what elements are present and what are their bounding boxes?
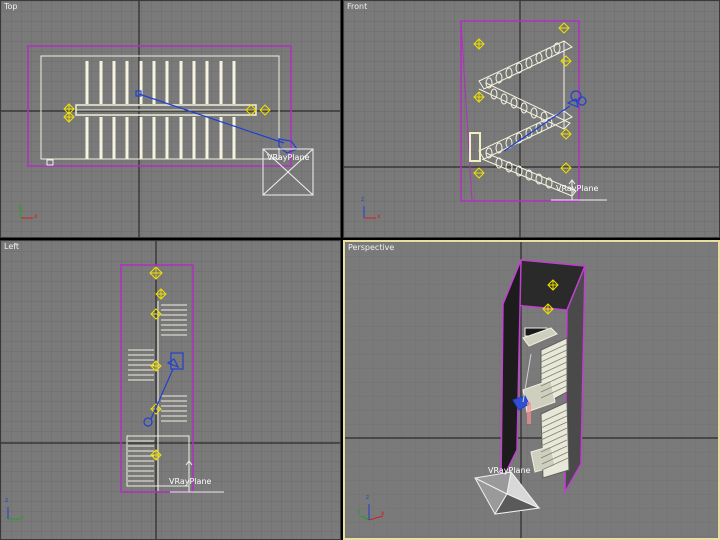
axis-y-label: y [18,203,22,210]
front-viewport-canvas[interactable] [344,1,720,238]
perspective-viewport[interactable]: Perspective VRayPlane x y z [343,240,720,540]
axis-z-label: z [361,196,365,203]
axis-gizmo: y z [1,495,27,525]
vray-plane-label: VRayPlane [169,477,212,486]
vray-plane-label: VRayPlane [267,153,310,162]
axis-z-label: z [366,494,370,501]
vray-plane-label: VRayPlane [556,184,599,193]
viewport-label-left[interactable]: Left [4,242,19,251]
axis-gizmo: x y z [355,490,387,530]
perspective-viewport-canvas[interactable] [345,242,718,538]
left-viewport-canvas[interactable] [1,241,341,540]
axis-gizmo: x z [358,196,384,224]
axis-y-label: y [357,508,361,515]
left-viewport[interactable]: Left VRayPlane y z [0,240,341,540]
top-viewport[interactable]: Top VRayPlane x y [0,0,341,238]
axis-x-label: x [377,213,381,220]
axis-y-label: y [20,514,24,521]
top-viewport-canvas[interactable] [1,1,341,238]
axis-x-label: x [34,213,38,220]
viewport-label-top[interactable]: Top [4,2,18,11]
axis-gizmo: x y [15,203,41,224]
viewport-label-perspective[interactable]: Perspective [348,243,394,252]
vray-plane-label: VRayPlane [488,466,531,475]
viewport-label-front[interactable]: Front [347,2,367,11]
axis-z-label: z [5,497,9,504]
front-viewport[interactable]: Front VRayPlane x z [343,0,720,238]
axis-x-label: x [381,510,385,517]
